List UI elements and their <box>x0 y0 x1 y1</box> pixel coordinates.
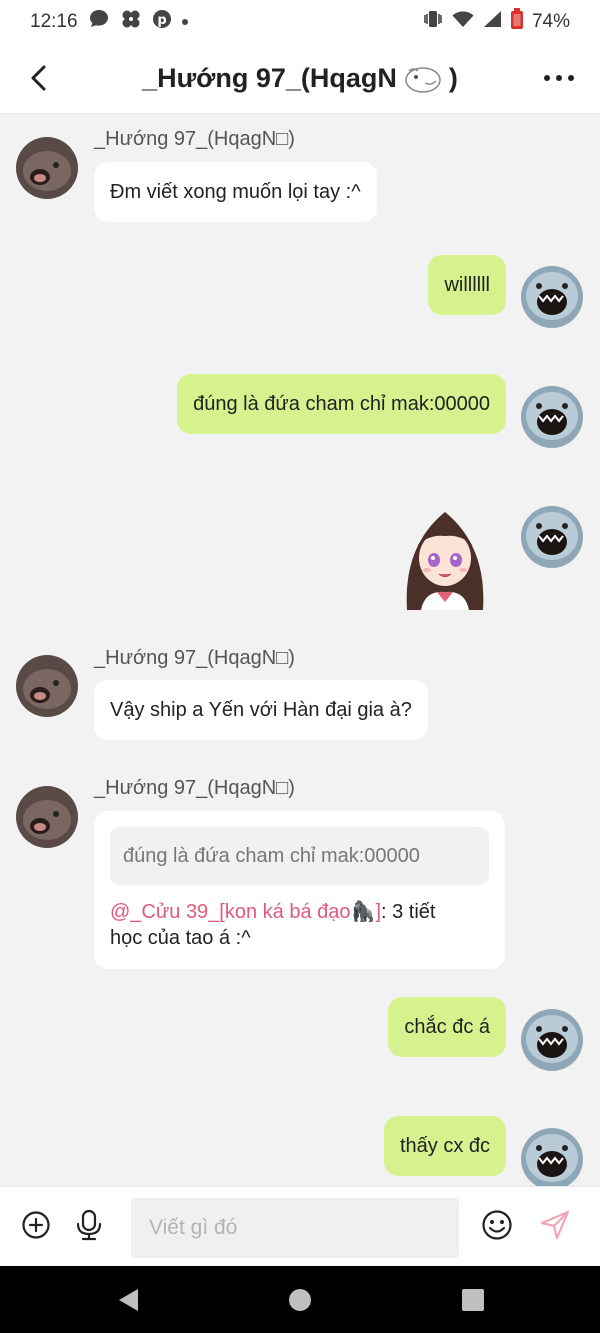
message-text: Vậy ship a Yến với Hàn đại gia à? <box>110 699 412 721</box>
nav-recents-button[interactable] <box>459 1286 487 1314</box>
message-text: willllll <box>444 274 490 296</box>
battery-percent: 74% <box>531 11 570 32</box>
sender-name: _Hướng 97_(HqagN□) <box>94 128 295 150</box>
add-circle-icon <box>22 1211 50 1239</box>
more-dot-icon <box>568 75 574 81</box>
microphone-icon <box>76 1209 102 1241</box>
mention-name: @_Cửu 39_[kon ká bá đạo <box>110 901 351 923</box>
recents-square-icon <box>462 1289 484 1311</box>
chat-title-suffix: ) <box>448 63 458 93</box>
message-bubble[interactable]: đúng là đứa cham chỉ mak:00000 <box>177 374 506 434</box>
voice-button[interactable] <box>73 1209 105 1241</box>
anime-girl-sticker[interactable] <box>397 506 493 612</box>
add-button[interactable] <box>20 1209 52 1241</box>
send-button[interactable] <box>539 1209 571 1241</box>
svg-text:p: p <box>157 13 166 28</box>
battery-icon <box>510 8 524 36</box>
gorilla-emoji-icon: 🦍 <box>350 901 376 923</box>
mention-link[interactable]: @_Cửu 39_[kon ká bá đạo🦍] <box>110 901 381 923</box>
back-triangle-icon <box>119 1289 138 1311</box>
message-input[interactable] <box>131 1198 459 1258</box>
message-text: thấy cx đc <box>399 1135 490 1157</box>
sender-name: _Hướng 97_(HqagN□) <box>94 777 295 799</box>
fish-emoji-icon <box>403 63 443 95</box>
system-nav-bar <box>0 1266 600 1333</box>
sender-avatar[interactable] <box>16 786 78 848</box>
sender-avatar[interactable] <box>16 137 78 199</box>
emoji-button[interactable] <box>481 1209 513 1241</box>
send-icon <box>540 1210 570 1240</box>
sender-avatar[interactable] <box>16 655 78 717</box>
message-bubble[interactable]: Vậy ship a Yến với Hàn đại gia à? <box>94 680 428 740</box>
reply-text-line1: : 3 tiết <box>381 901 436 923</box>
status-time: 12:16 <box>30 11 78 32</box>
reply-text: @_Cửu 39_[kon ká bá đạo🦍]: 3 tiết học củ… <box>110 899 489 951</box>
reply-text-line2: học của tao á :^ <box>110 927 251 949</box>
dot-icon <box>181 19 188 25</box>
home-circle-icon <box>289 1289 311 1311</box>
message-bubble[interactable]: thấy cx đc <box>383 1116 506 1176</box>
more-options-button[interactable] <box>544 62 574 94</box>
quoted-message[interactable]: đúng là đứa cham chỉ mak:00000 <box>110 827 489 885</box>
status-bar: 12:16 p 74% <box>0 0 600 44</box>
pinwheel-icon <box>120 8 142 36</box>
my-avatar[interactable] <box>521 506 583 568</box>
my-avatar[interactable] <box>521 1009 583 1071</box>
chat-title-text: _Hướng 97_(HqagN <box>142 63 397 93</box>
message-input-bar <box>0 1186 600 1266</box>
message-text: Đm viết xong muốn lọi tay :^ <box>110 181 361 203</box>
message-bubble[interactable]: chắc đc á <box>388 997 506 1057</box>
wifi-icon <box>452 10 474 34</box>
vibrate-icon <box>422 9 444 35</box>
my-avatar[interactable] <box>521 266 583 328</box>
pinterest-icon: p <box>152 9 172 35</box>
message-text: chắc đc á <box>404 1016 490 1038</box>
nav-back-button[interactable] <box>114 1286 142 1314</box>
reply-message-bubble[interactable]: đúng là đứa cham chỉ mak:00000 @_Cửu 39_… <box>94 811 505 969</box>
message-text: đúng là đứa cham chỉ mak:00000 <box>193 393 490 415</box>
emoji-icon <box>482 1210 512 1240</box>
quoted-text: đúng là đứa cham chỉ mak:00000 <box>123 845 420 867</box>
my-avatar[interactable] <box>521 386 583 448</box>
sender-name: _Hướng 97_(HqagN□) <box>94 647 295 669</box>
message-list[interactable]: _Hướng 97_(HqagN□) Đm viết xong muốn lọi… <box>0 114 600 1186</box>
chat-header: _Hướng 97_(HqagN ) <box>0 44 600 114</box>
chat-bubble-icon <box>88 8 110 36</box>
my-avatar[interactable] <box>521 1128 583 1186</box>
more-dot-icon <box>544 75 550 81</box>
nav-home-button[interactable] <box>286 1286 314 1314</box>
signal-icon <box>482 10 502 34</box>
message-bubble[interactable]: willllll <box>428 255 506 315</box>
message-bubble[interactable]: Đm viết xong muốn lọi tay :^ <box>94 162 377 222</box>
more-dot-icon <box>556 75 562 81</box>
chat-title: _Hướng 97_(HqagN ) <box>0 63 600 95</box>
